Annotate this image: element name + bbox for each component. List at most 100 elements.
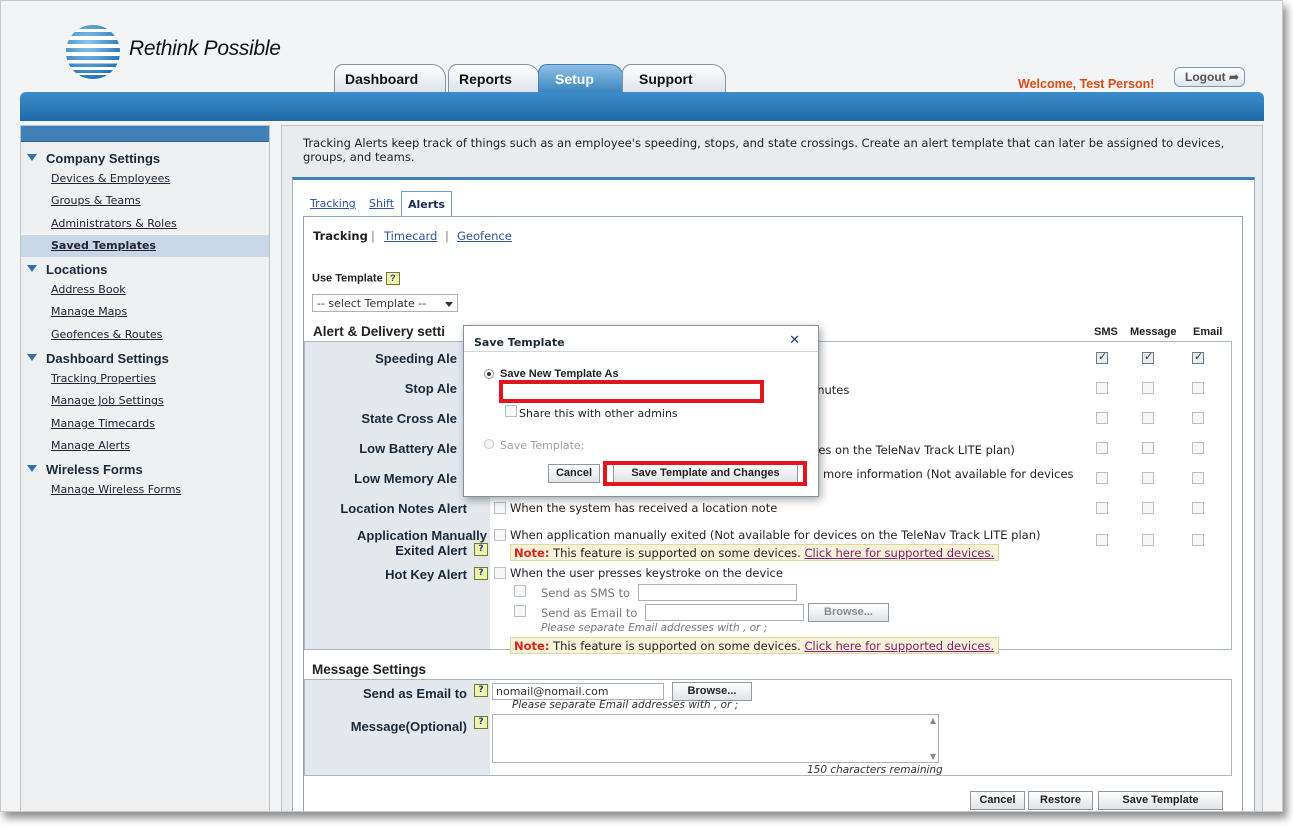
- stop-email-checkbox[interactable]: [1192, 382, 1204, 394]
- hot-key-checkbox[interactable]: [494, 567, 506, 579]
- subtab-tracking[interactable]: Tracking: [313, 229, 368, 243]
- dialog-cancel-button[interactable]: Cancel: [548, 464, 600, 483]
- low-battery-alert-desc: ces on the TeleNav Track LITE plan): [812, 443, 1015, 457]
- help-icon[interactable]: ?: [474, 716, 488, 729]
- column-email: Email: [1193, 326, 1223, 338]
- logout-button[interactable]: Logout ➦: [1174, 67, 1245, 87]
- location-notes-sms-checkbox[interactable]: [1096, 502, 1108, 514]
- location-notes-checkbox[interactable]: [494, 502, 506, 514]
- app-exited-checkbox[interactable]: [494, 529, 506, 541]
- subtab-geofence[interactable]: Geofence: [457, 229, 512, 243]
- send-email-label: Send as Email to: [541, 606, 638, 620]
- save-template-button[interactable]: Save Template: [1098, 791, 1223, 810]
- sidebar-section-wireless-forms[interactable]: Wireless Forms: [21, 457, 269, 479]
- tab-alerts[interactable]: Alerts: [401, 191, 452, 217]
- sidebar-item-manage-timecards[interactable]: Manage Timecards: [21, 413, 269, 435]
- tab-support[interactable]: Support: [622, 64, 726, 92]
- email-to-input[interactable]: [645, 604, 804, 621]
- close-icon[interactable]: ✕: [789, 333, 800, 348]
- sidebar-item-address-book[interactable]: Address Book: [21, 279, 269, 301]
- collapse-triangle-icon: [27, 354, 37, 362]
- hot-key-sms-checkbox[interactable]: [514, 585, 526, 597]
- app-exited-email-checkbox[interactable]: [1192, 534, 1204, 546]
- app-exited-sms-checkbox[interactable]: [1096, 534, 1108, 546]
- speeding-alert-label: Speeding Ale: [375, 351, 457, 366]
- sms-to-input[interactable]: [638, 584, 797, 601]
- low-memory-email-checkbox[interactable]: [1192, 472, 1204, 484]
- sidebar-item-devices-employees[interactable]: Devices & Employees: [21, 168, 269, 190]
- stop-alert-label: Stop Ale: [404, 381, 457, 396]
- tab-tracking[interactable]: Tracking: [310, 197, 356, 210]
- sidebar-item-administrators-roles[interactable]: Administrators & Roles: [21, 213, 269, 235]
- location-notes-email-checkbox[interactable]: [1192, 502, 1204, 514]
- save-new-radio[interactable]: [484, 369, 494, 379]
- sidebar-item-groups-teams[interactable]: Groups & Teams: [21, 190, 269, 212]
- template-select[interactable]: -- select Template --: [312, 294, 458, 312]
- help-icon[interactable]: ?: [474, 684, 488, 697]
- restore-button[interactable]: Restore: [1028, 791, 1093, 810]
- send-sms-label: Send as SMS to: [541, 586, 631, 600]
- speeding-sms-checkbox[interactable]: [1096, 350, 1108, 364]
- sidebar-item-manage-wireless-forms[interactable]: Manage Wireless Forms: [21, 479, 269, 501]
- tab-dashboard[interactable]: Dashboard: [334, 64, 446, 92]
- chars-remaining: 150 characters remaining: [807, 764, 943, 776]
- column-sms: SMS: [1094, 326, 1118, 338]
- tab-reports[interactable]: Reports: [448, 64, 540, 92]
- speeding-email-checkbox[interactable]: [1192, 350, 1204, 364]
- supported-devices-link[interactable]: Click here for supported devices.: [804, 639, 994, 653]
- low-battery-message-checkbox[interactable]: [1142, 442, 1154, 454]
- header-bar: [20, 92, 1264, 121]
- email-input[interactable]: nomail@nomail.com: [492, 683, 664, 700]
- sidebar-item-manage-maps[interactable]: Manage Maps: [21, 301, 269, 323]
- state-cross-email-checkbox[interactable]: [1192, 412, 1204, 424]
- help-icon[interactable]: ?: [474, 567, 488, 580]
- location-notes-message-checkbox[interactable]: [1142, 502, 1154, 514]
- sidebar-section-locations[interactable]: Locations: [21, 257, 269, 279]
- sidebar-item-manage-alerts[interactable]: Manage Alerts: [21, 435, 269, 457]
- hot-key-email-checkbox[interactable]: [514, 605, 526, 617]
- help-icon[interactable]: ?: [474, 543, 488, 556]
- state-cross-sms-checkbox[interactable]: [1096, 412, 1108, 424]
- sidebar-item-saved-templates[interactable]: Saved Templates: [21, 234, 269, 258]
- stop-message-checkbox[interactable]: [1142, 382, 1154, 394]
- tab-setup[interactable]: Setup: [538, 64, 624, 92]
- sidebar-section-dashboard-settings[interactable]: Dashboard Settings: [21, 346, 269, 368]
- use-template-label: Use Template?: [312, 272, 400, 285]
- cancel-button[interactable]: Cancel: [970, 791, 1025, 810]
- state-cross-alert-label: State Cross Ale: [361, 411, 457, 426]
- speeding-message-checkbox[interactable]: [1142, 350, 1154, 364]
- low-battery-sms-checkbox[interactable]: [1096, 442, 1108, 454]
- separator: |: [371, 229, 375, 243]
- low-battery-email-checkbox[interactable]: [1192, 442, 1204, 454]
- sidebar-item-manage-job-settings[interactable]: Manage Job Settings: [21, 390, 269, 412]
- save-new-label: Save New Template As: [500, 368, 619, 380]
- sidebar-item-tracking-properties[interactable]: Tracking Properties: [21, 368, 269, 390]
- low-memory-sms-checkbox[interactable]: [1096, 472, 1108, 484]
- sidebar-item-geofences-routes[interactable]: Geofences & Routes: [21, 324, 269, 346]
- help-icon[interactable]: ?: [385, 272, 400, 285]
- scroll-down-icon[interactable]: ▼: [930, 752, 936, 761]
- sidebar-section-company-settings[interactable]: Company Settings: [21, 146, 269, 168]
- intro-text: Tracking Alerts keep track of things suc…: [303, 136, 1225, 164]
- low-memory-alert-desc: d more information (Not available for de…: [812, 467, 1074, 481]
- app-exited-message-checkbox[interactable]: [1142, 534, 1154, 546]
- browse-button-disabled[interactable]: Browse...: [808, 603, 889, 622]
- tab-shift[interactable]: Shift: [369, 197, 394, 210]
- low-memory-alert-label: Low Memory Ale: [354, 471, 457, 486]
- scroll-up-icon[interactable]: ▲: [930, 716, 936, 725]
- subtab-timecard[interactable]: Timecard: [384, 229, 437, 243]
- save-existing-radio[interactable]: [484, 439, 494, 449]
- supported-devices-link[interactable]: Click here for supported devices.: [804, 546, 994, 560]
- separate-hint: Please separate Email addresses with , o…: [541, 622, 768, 634]
- att-globe-logo: [66, 25, 120, 79]
- share-checkbox[interactable]: [505, 405, 517, 417]
- alerts-form: Tracking | Timecard | Geofence Use Templ…: [303, 216, 1243, 811]
- message-textarea[interactable]: ▲ ▼: [492, 714, 939, 763]
- app-exited-note: Note: This feature is supported on some …: [510, 544, 1000, 561]
- low-battery-alert-label: Low Battery Ale: [359, 441, 457, 456]
- stop-sms-checkbox[interactable]: [1096, 382, 1108, 394]
- state-cross-message-checkbox[interactable]: [1142, 412, 1154, 424]
- app-window: Rethink Possible Dashboard Reports Setup…: [0, 0, 1283, 812]
- save-template-dialog: Save Template ✕ Save New Template As Sha…: [463, 325, 819, 497]
- low-memory-message-checkbox[interactable]: [1142, 472, 1154, 484]
